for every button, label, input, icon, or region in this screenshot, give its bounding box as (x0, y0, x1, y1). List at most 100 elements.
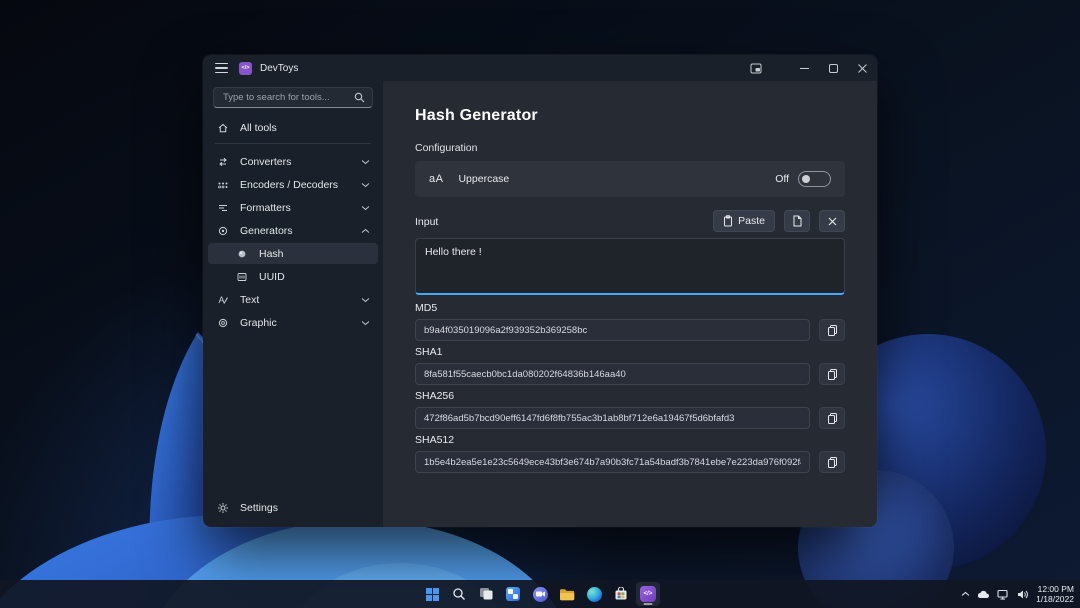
sidebar-item-graphic[interactable]: Graphic (208, 312, 378, 333)
svg-text:A: A (218, 295, 224, 305)
uppercase-icon: aA (429, 173, 443, 185)
compact-overlay-button[interactable] (747, 60, 765, 76)
generators-icon (216, 225, 229, 237)
uppercase-toggle-group: Off (775, 171, 831, 187)
paste-button-label: Paste (738, 215, 765, 227)
sidebar-item-encoders-decoders[interactable]: Encoders / Decoders (208, 174, 378, 195)
taskbar-center-icons: </> (420, 580, 660, 608)
clear-input-button[interactable] (819, 210, 845, 232)
sidebar: All tools Converters Encoders / Decoders… (203, 81, 383, 527)
clock-time: 12:00 PM (1036, 584, 1074, 594)
taskbar-clock[interactable]: 12:00 PM 1/18/2022 (1036, 584, 1074, 604)
sidebar-item-uuid[interactable]: UUID (208, 266, 378, 287)
task-view-button[interactable] (474, 582, 498, 606)
sidebar-separator (215, 143, 371, 144)
converters-icon (216, 156, 229, 168)
copy-icon (827, 456, 838, 468)
sha1-copy-button[interactable] (819, 363, 845, 385)
system-tray: 12:00 PM 1/18/2022 (961, 580, 1074, 608)
search-icon (354, 92, 365, 103)
sha256-label: SHA256 (415, 390, 845, 402)
uppercase-setting-card: aA Uppercase Off (415, 161, 845, 197)
copy-icon (827, 412, 838, 424)
devtoys-logo-icon: </> (239, 62, 252, 75)
close-button[interactable] (848, 55, 877, 81)
sidebar-item-label: Encoders / Decoders (240, 179, 338, 191)
chevron-down-icon (361, 159, 370, 165)
network-icon[interactable] (997, 589, 1010, 600)
toggle-state-label: Off (775, 173, 789, 185)
md5-copy-button[interactable] (819, 319, 845, 341)
uuid-icon (235, 271, 248, 283)
sha256-copy-button[interactable] (819, 407, 845, 429)
close-icon (828, 217, 837, 226)
page-title: Hash Generator (415, 107, 845, 125)
sidebar-item-all-tools[interactable]: All tools (208, 117, 378, 138)
sidebar-item-settings[interactable]: Settings (203, 493, 383, 523)
input-header: Input Paste (415, 210, 845, 232)
sidebar-item-hash[interactable]: Hash (208, 243, 378, 264)
window-controls (790, 55, 877, 81)
encoders-decoders-icon (216, 179, 229, 191)
text-tool-icon: A (216, 294, 229, 306)
sha256-output[interactable] (415, 407, 810, 429)
app-title: DevToys (260, 63, 298, 74)
sidebar-nav: All tools Converters Encoders / Decoders… (203, 117, 383, 493)
sidebar-item-label: UUID (259, 271, 285, 283)
sha1-row (415, 363, 845, 385)
devtoys-taskbar-button[interactable]: </> (636, 582, 660, 606)
input-textarea[interactable]: Hello there ! (415, 238, 845, 295)
chevron-up-icon (361, 228, 370, 234)
chat-button[interactable] (528, 582, 552, 606)
search-input[interactable] (221, 91, 354, 104)
widgets-button[interactable] (501, 582, 525, 606)
file-explorer-button[interactable] (555, 582, 579, 606)
chevron-down-icon (361, 182, 370, 188)
paste-button[interactable]: Paste (713, 210, 775, 232)
edge-icon (587, 587, 602, 602)
store-button[interactable] (609, 582, 633, 606)
sha512-output[interactable] (415, 451, 810, 473)
uppercase-label: Uppercase (458, 173, 509, 185)
open-file-button[interactable] (784, 210, 810, 232)
sha512-copy-button[interactable] (819, 451, 845, 473)
minimize-button[interactable] (790, 55, 819, 81)
md5-output[interactable] (415, 319, 810, 341)
sidebar-item-text[interactable]: A Text (208, 289, 378, 310)
store-icon (614, 587, 628, 601)
taskbar: </> 12:00 PM 1/18/2022 (0, 580, 1080, 608)
sha1-label: SHA1 (415, 346, 845, 358)
settings-label: Settings (240, 502, 278, 514)
volume-icon[interactable] (1017, 589, 1029, 600)
input-actions: Paste (713, 210, 845, 232)
hamburger-menu-icon[interactable] (215, 63, 228, 74)
devtoys-window: </> DevToys All tools Converters (203, 55, 877, 527)
windows-logo-icon (426, 588, 439, 601)
gear-icon (216, 502, 229, 514)
taskbar-search-button[interactable] (447, 582, 471, 606)
search-box[interactable] (213, 87, 373, 108)
chat-icon (533, 587, 548, 602)
search-icon (452, 587, 466, 601)
start-button[interactable] (420, 582, 444, 606)
edge-button[interactable] (582, 582, 606, 606)
sha512-row (415, 451, 845, 473)
tray-chevron-up-icon[interactable] (961, 591, 970, 597)
maximize-button[interactable] (819, 55, 848, 81)
formatters-icon (216, 202, 229, 214)
sidebar-item-label: Converters (240, 156, 291, 168)
onedrive-cloud-icon[interactable] (977, 590, 990, 599)
hash-icon (235, 248, 248, 260)
toggle-knob (802, 175, 810, 183)
sidebar-item-generators[interactable]: Generators (208, 220, 378, 241)
sidebar-item-label: Generators (240, 225, 293, 237)
task-view-icon (479, 587, 494, 601)
chevron-down-icon (361, 205, 370, 211)
sidebar-item-formatters[interactable]: Formatters (208, 197, 378, 218)
uppercase-toggle[interactable] (798, 171, 831, 187)
devtoys-icon: </> (640, 586, 656, 602)
selection-accent-bar (210, 248, 213, 259)
sha1-output[interactable] (415, 363, 810, 385)
sha256-row (415, 407, 845, 429)
sidebar-item-converters[interactable]: Converters (208, 151, 378, 172)
